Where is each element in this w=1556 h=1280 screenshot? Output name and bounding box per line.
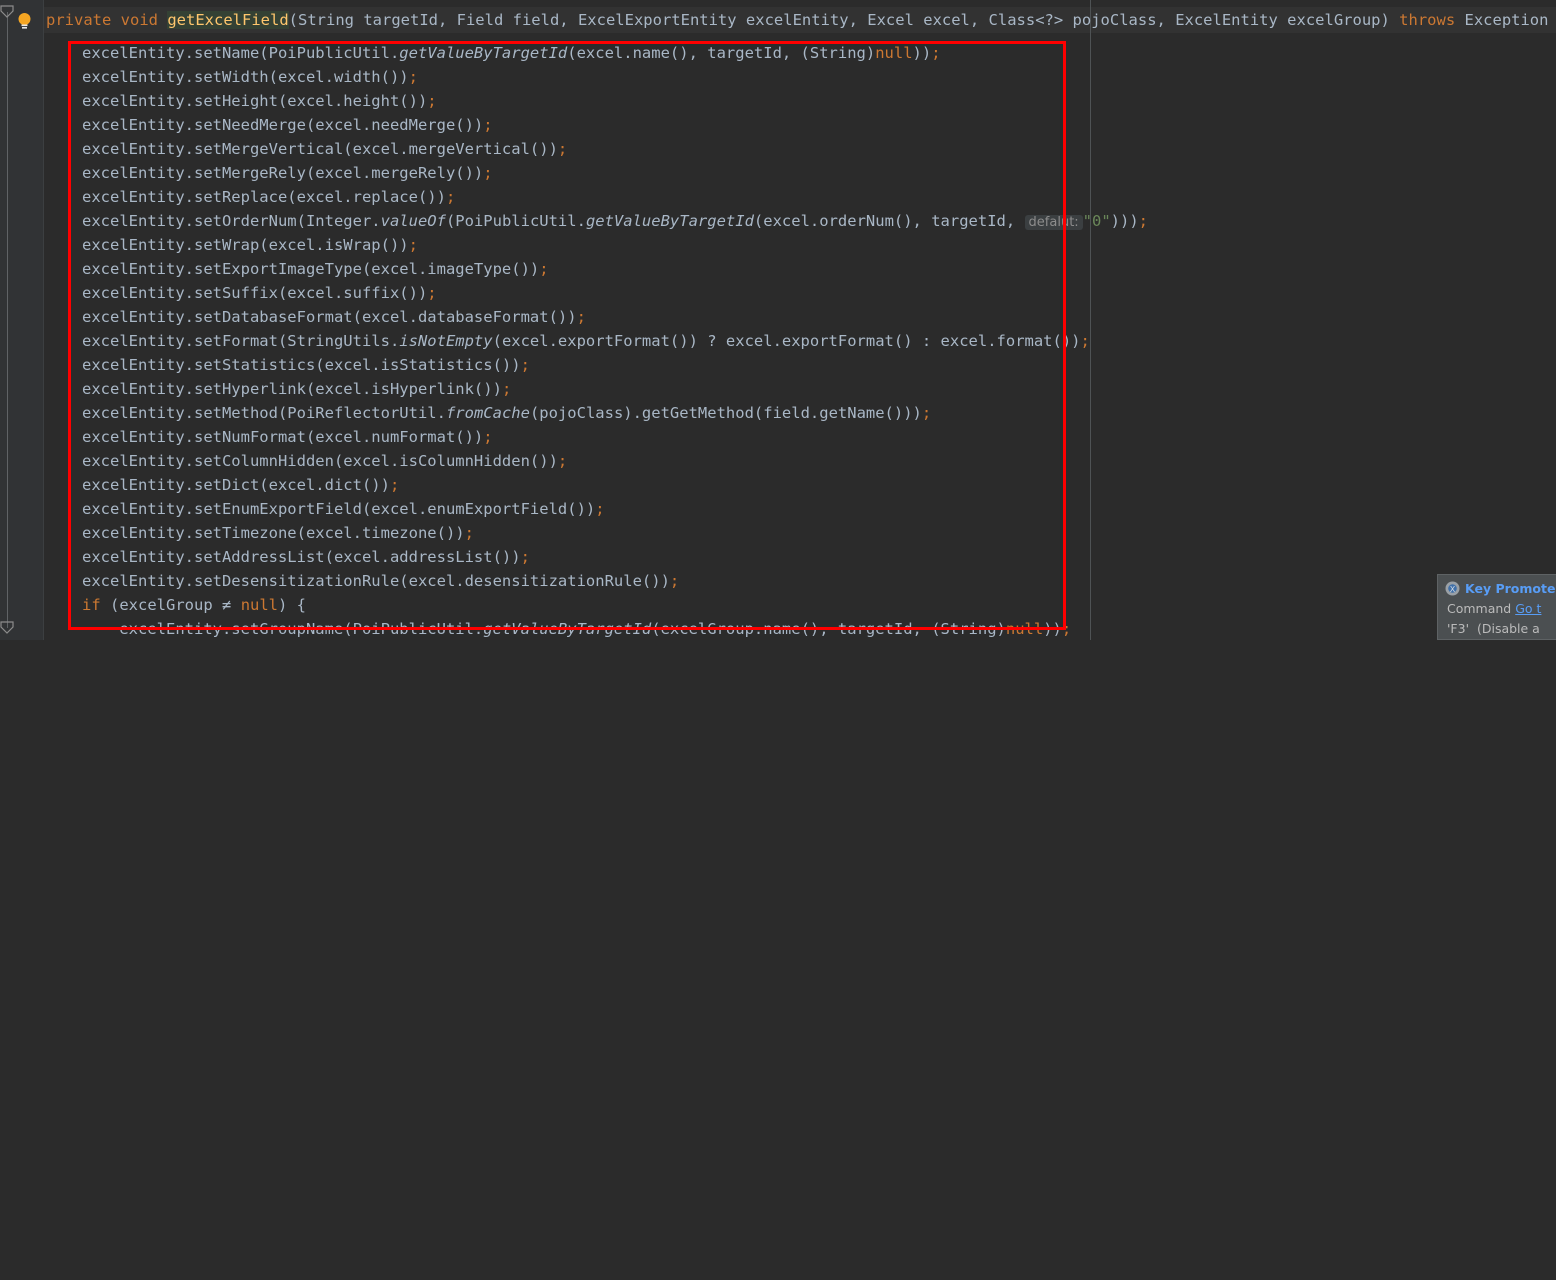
code-text-area[interactable]: private void getExcelField(String target… bbox=[44, 0, 1556, 640]
code-line: excelEntity.setEnumExportField(excel.enu… bbox=[82, 500, 605, 518]
method-name-identifier[interactable]: getExcelField bbox=[167, 11, 289, 29]
code-line: excelEntity.setMergeRely(excel.mergeRely… bbox=[82, 164, 493, 182]
code-line: excelEntity.setTimezone(excel.timezone()… bbox=[82, 524, 474, 542]
notification-title-row: X Key Promoter X bbox=[1438, 575, 1556, 596]
code-line: excelEntity.setDict(excel.dict()); bbox=[82, 476, 400, 494]
code-line: excelEntity.setReplace(excel.replace()); bbox=[82, 188, 456, 206]
notification-disable-text[interactable]: (Disable a bbox=[1477, 621, 1540, 636]
code-line: excelEntity.setDatabaseFormat(excel.data… bbox=[82, 308, 586, 326]
notification-shortcut-row: 'F3' (Disable a bbox=[1438, 616, 1556, 636]
return-type-keyword: void bbox=[120, 11, 158, 29]
code-line: excelEntity.setExportImageType(excel.ima… bbox=[82, 260, 549, 278]
code-line: excelEntity.setDesensitizationRule(excel… bbox=[82, 572, 680, 590]
key-promoter-notification[interactable]: X Key Promoter X Command Go t 'F3' (Disa… bbox=[1437, 574, 1556, 640]
code-line: excelEntity.setStatistics(excel.isStatis… bbox=[82, 356, 530, 374]
code-line: excelEntity.setGroupName(PoiPublicUtil.g… bbox=[82, 620, 1072, 638]
code-line: excelEntity.setWrap(excel.isWrap()); bbox=[82, 236, 418, 254]
fold-region-line bbox=[7, 12, 8, 628]
code-line: excelEntity.setHeight(excel.height()); bbox=[82, 92, 437, 110]
code-line: excelEntity.setName(PoiPublicUtil.getVal… bbox=[82, 41, 941, 65]
modifier-keyword: private bbox=[46, 11, 112, 29]
editor-gutter[interactable] bbox=[0, 0, 44, 640]
code-line: excelEntity.setAddressList(excel.address… bbox=[82, 548, 530, 566]
notification-shortcut: 'F3' bbox=[1447, 621, 1470, 636]
method-signature-line: private void getExcelField(String target… bbox=[46, 8, 1556, 32]
notification-title: Key Promoter X bbox=[1465, 581, 1556, 596]
code-line: if (excelGroup ≠ null) { bbox=[82, 596, 307, 614]
code-line: excelEntity.setColumnHidden(excel.isColu… bbox=[82, 452, 568, 470]
throws-keyword: throws bbox=[1399, 11, 1456, 29]
code-line-with-inlay: excelEntity.setOrderNum(Integer.valueOf(… bbox=[82, 212, 1149, 230]
notification-command-row: Command Go t bbox=[1438, 596, 1556, 616]
inlay-parameter-hint: defalut: bbox=[1024, 215, 1083, 230]
fold-arrow-icon[interactable] bbox=[0, 5, 16, 19]
code-line: excelEntity.setHyperlink(excel.isHyperli… bbox=[82, 380, 512, 398]
code-line: excelEntity.setNeedMerge(excel.needMerge… bbox=[82, 116, 493, 134]
method-params: (String targetId, Field field, ExcelExpo… bbox=[288, 11, 1400, 29]
notification-command-link[interactable]: Go t bbox=[1515, 601, 1541, 616]
lightbulb-icon[interactable] bbox=[16, 12, 33, 30]
svg-text:X: X bbox=[1450, 585, 1456, 594]
fold-arrow-icon[interactable] bbox=[0, 621, 16, 635]
code-line: excelEntity.setMergeVertical(excel.merge… bbox=[82, 140, 568, 158]
code-line: excelEntity.setNumFormat(excel.numFormat… bbox=[82, 428, 493, 446]
code-line-text: excelEntity.setName(PoiPublicUtil.getVal… bbox=[82, 44, 941, 62]
code-line: excelEntity.setMethod(PoiReflectorUtil.f… bbox=[82, 404, 932, 422]
code-line: excelEntity.setSuffix(excel.suffix()); bbox=[82, 284, 437, 302]
exception-type: Exception { bbox=[1455, 11, 1556, 29]
code-line: excelEntity.setWidth(excel.width()); bbox=[82, 68, 418, 86]
code-line: excelEntity.setFormat(StringUtils.isNotE… bbox=[82, 332, 1090, 350]
key-promoter-icon: X bbox=[1445, 581, 1460, 596]
notification-command-label: Command bbox=[1447, 601, 1512, 616]
code-editor[interactable]: private void getExcelField(String target… bbox=[0, 0, 1556, 640]
